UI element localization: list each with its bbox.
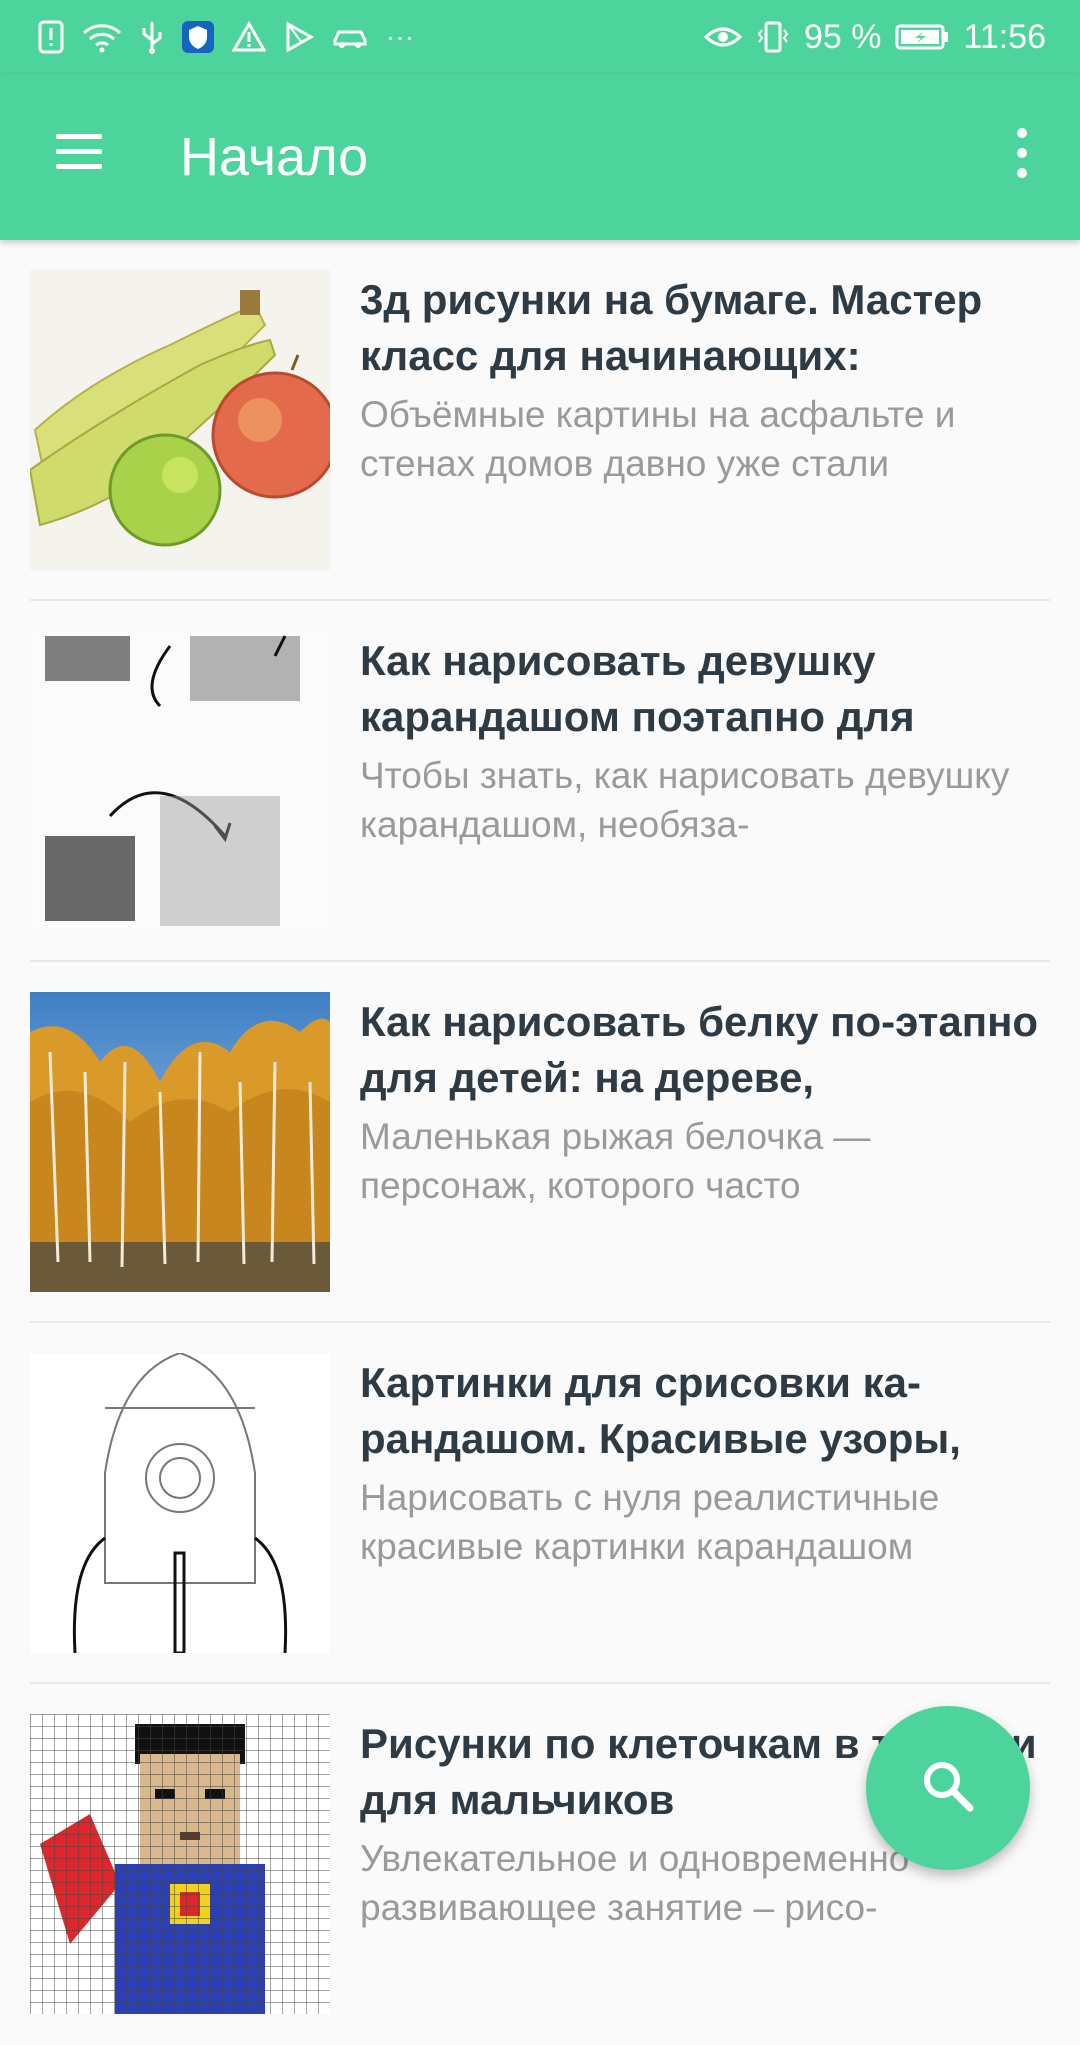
app-bar: Начало [0,74,1080,240]
shield-icon [182,21,214,53]
search-icon [918,1756,978,1821]
page-title: Начало [180,127,369,187]
clock: 11:56 [963,17,1046,56]
article-description: Нарисовать с нуля реалистичные красивые … [360,1477,940,1567]
article-description: Объёмные картины на асфальте и стенах до… [360,394,956,484]
more-dots-icon: ··· [386,21,414,52]
article-title: 3д рисунки на бумаге. Мастер класс для н… [360,276,983,379]
article-description: Чтобы знать, как нарисовать девушку кара… [360,755,1010,845]
car-icon [332,24,368,50]
play-store-icon [284,21,314,53]
article-thumbnail [30,992,330,1292]
battery-icon [895,23,949,51]
status-bar: ··· 95 % 11:56 [0,0,1080,74]
alert-icon [38,20,64,54]
article-thumbnail [30,270,330,570]
battery-percent: 95 % [803,17,882,56]
list-item[interactable]: Как нарисовать девушку карандашом поэтап… [0,601,1080,962]
search-button[interactable] [866,1706,1030,1870]
article-title: Картинки для срисовки ка-рандашом. Краси… [360,1359,961,1462]
list-item[interactable]: Как нарисовать белку по-этапно для детей… [0,962,1080,1323]
list-item[interactable]: 3д рисунки на бумаге. Мастер класс для н… [0,240,1080,601]
eye-icon [703,23,742,51]
article-title: Как нарисовать девушку карандашом поэтап… [360,637,915,740]
more-vert-icon[interactable] [1002,122,1042,184]
article-thumbnail [30,1353,330,1653]
usb-icon [140,20,164,54]
menu-icon[interactable] [46,124,112,180]
article-title: Как нарисовать белку по-этапно для детей… [360,998,1039,1101]
article-thumbnail [30,631,330,931]
wifi-icon [82,21,122,53]
article-description: Маленькая рыжая белочка — персонаж, кото… [360,1116,871,1206]
article-thumbnail [30,1714,330,2014]
vibrate-icon [756,20,790,54]
warning-icon [232,21,266,53]
list-item[interactable]: Картинки для срисовки ка-рандашом. Краси… [0,1323,1080,1684]
